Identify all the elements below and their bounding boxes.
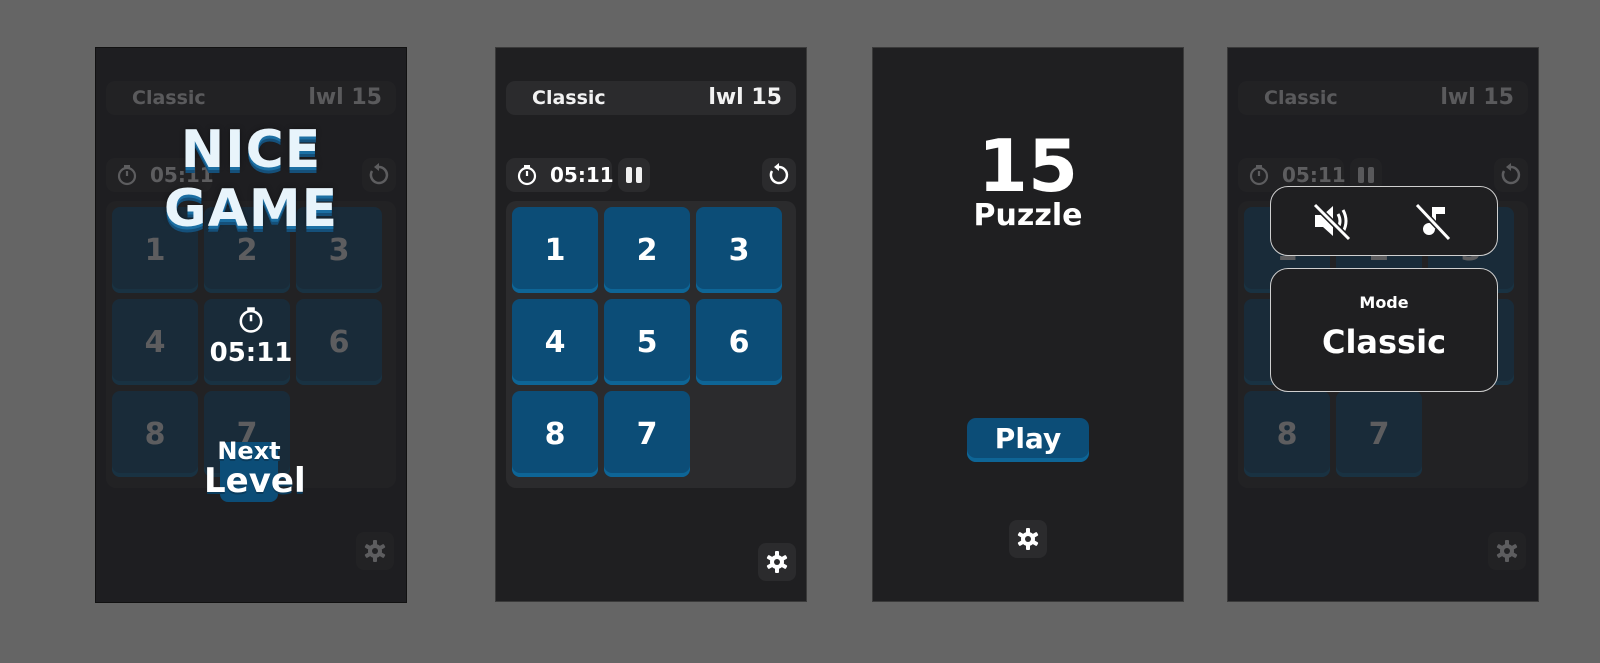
play-button[interactable]: Play [967,418,1089,462]
win-title-line2: GAME [163,179,339,239]
tile[interactable]: 1 [512,207,598,293]
settings-button[interactable] [758,543,796,581]
stopwatch-icon [239,307,263,333]
screen-menu: 15 Puzzle Play [873,48,1183,601]
header-bar: Classic lwl 15 [506,81,796,115]
win-title-line1: NICE [180,120,322,180]
stopwatch-icon [517,165,537,186]
screen-game: Classic lwl 15 05:11 1 2 3 4 5 6 8 7 [496,48,806,601]
tile[interactable]: 7 [604,391,690,477]
puzzle-board: 1 2 3 4 5 6 8 7 [506,201,796,488]
gear-icon [766,551,788,573]
final-time-value: 05:11 [209,338,293,368]
logo-title: Puzzle [973,198,1083,233]
tile[interactable]: 2 [604,207,690,293]
mode-selector-value: Classic [1321,323,1447,361]
logo-number: 15 [977,124,1079,208]
audio-settings-panel [1270,186,1498,256]
gear-icon [1017,528,1039,550]
restart-icon [769,163,789,185]
pause-icon [626,167,632,183]
music-muted-icon[interactable] [1411,201,1455,241]
tile[interactable]: 3 [696,207,782,293]
mode-selector[interactable]: Mode Classic [1270,268,1498,392]
mode-label: Classic [532,87,606,109]
screen-win: Classic lwl 15 05:11 1 2 3 4 6 8 7 NICE … [96,48,406,602]
tile[interactable]: 4 [512,299,598,385]
next-level-button[interactable]: Next Level [204,438,306,502]
pause-button[interactable] [618,158,650,192]
tile[interactable]: 8 [512,391,598,477]
next-level-label-2: Level [204,461,306,501]
timer-display: 05:11 [506,158,614,192]
tile[interactable]: 5 [604,299,690,385]
tile[interactable]: 6 [696,299,782,385]
settings-button[interactable] [1009,520,1047,558]
level-label: lwl 15 [708,85,782,110]
mode-selector-label: Mode [1359,293,1409,312]
restart-button[interactable] [762,158,796,192]
screen-settings: Classic lwl 15 05:11 1 2 3 4 5 6 8 7 Mod… [1228,48,1538,601]
timer-value: 05:11 [550,163,614,187]
final-time: 05:11 [209,306,293,368]
sound-muted-icon[interactable] [1311,201,1355,241]
